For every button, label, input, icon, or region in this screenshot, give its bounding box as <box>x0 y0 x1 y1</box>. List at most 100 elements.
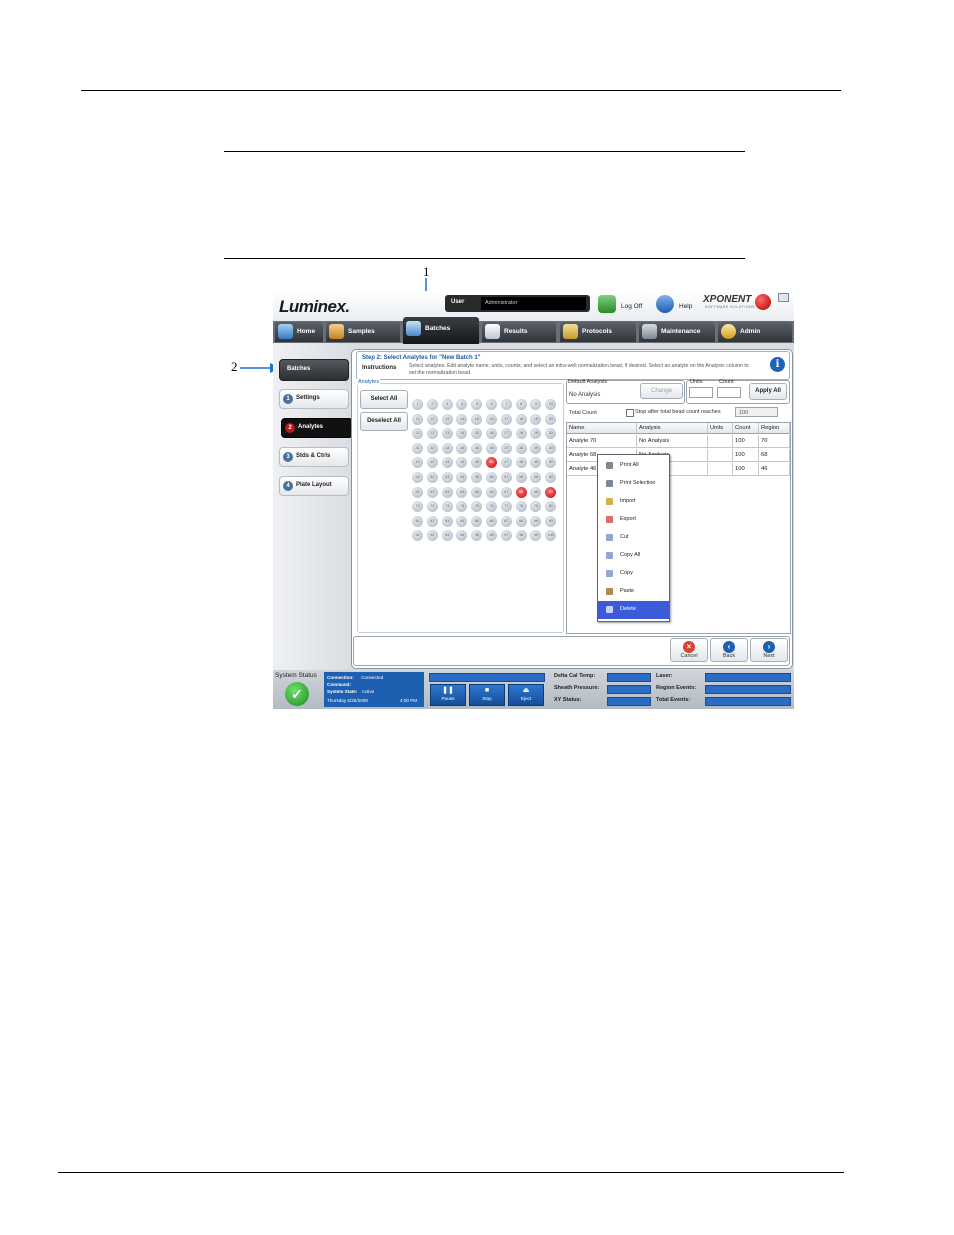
stop-count-input[interactable]: 100 <box>735 407 778 417</box>
analyte-well[interactable]: 67 <box>500 486 512 498</box>
analyte-well[interactable]: 22 <box>426 428 438 440</box>
analyte-well[interactable]: 77 <box>500 501 512 513</box>
change-button[interactable]: Change <box>640 383 683 399</box>
analyte-well[interactable]: 36 <box>486 442 497 454</box>
analyte-well[interactable]: 57 <box>500 472 512 483</box>
tab-samples[interactable]: Samples <box>326 322 400 342</box>
analyte-well[interactable]: 35 <box>471 442 483 454</box>
analyte-well[interactable]: 90 <box>545 515 557 527</box>
analyte-well[interactable]: 93 <box>441 530 453 542</box>
analyte-well[interactable]: 18 <box>515 413 527 425</box>
analyte-well[interactable]: 68 <box>515 486 527 498</box>
table-cell-count[interactable]: 100 <box>733 463 759 476</box>
next-button[interactable]: › Next <box>750 638 788 662</box>
analyte-well[interactable]: 62 <box>426 486 438 498</box>
analyte-well[interactable]: 87 <box>500 515 512 527</box>
analyte-well[interactable]: 28 <box>515 428 527 440</box>
analyte-well[interactable]: 52 <box>426 472 438 483</box>
analyte-well[interactable]: 15 <box>471 413 483 425</box>
analyte-well[interactable]: 81 <box>412 515 423 527</box>
analyte-well[interactable]: 16 <box>486 413 497 425</box>
help-label[interactable]: Help <box>679 303 692 310</box>
table-cell-units[interactable] <box>708 463 733 476</box>
analyte-well[interactable]: 8 <box>515 399 527 410</box>
analyte-well[interactable]: 33 <box>441 442 453 454</box>
analyte-well[interactable]: 56 <box>486 472 497 483</box>
analyte-well[interactable]: 72 <box>426 501 438 513</box>
analyte-well[interactable]: 85 <box>471 515 483 527</box>
analyte-well[interactable]: 98 <box>515 530 527 542</box>
menu-item-export[interactable]: Export <box>598 511 669 528</box>
analyte-well[interactable]: 51 <box>412 472 423 483</box>
stop-button[interactable]: ■ Stop <box>469 684 505 706</box>
table-cell-count[interactable]: 100 <box>733 449 759 462</box>
select-all-button[interactable]: Select All <box>360 390 408 409</box>
analyte-well[interactable]: 86 <box>486 515 497 527</box>
analyte-well[interactable]: 32 <box>426 442 438 454</box>
analyte-well[interactable]: 82 <box>426 515 438 527</box>
tab-batches[interactable]: Batches <box>403 317 479 344</box>
table-cell-analysis[interactable]: No Analysis <box>637 435 708 448</box>
menu-item-print-all[interactable]: Print All <box>598 457 669 474</box>
count-input[interactable] <box>717 387 741 398</box>
menu-item-import[interactable]: Import <box>598 493 669 510</box>
analyte-well[interactable]: 23 <box>441 428 453 440</box>
analyte-well[interactable]: 78 <box>515 501 527 513</box>
sidebar-item-stds-ctrls[interactable]: 3 Stds & Ctrls <box>279 447 349 467</box>
analyte-well[interactable]: 31 <box>412 442 423 454</box>
analyte-well[interactable]: 14 <box>456 413 468 425</box>
analyte-well[interactable]: 20 <box>545 413 557 425</box>
analyte-well[interactable]: 58 <box>515 472 527 483</box>
analyte-well[interactable]: 2 <box>426 399 438 410</box>
tab-admin[interactable]: Admin <box>718 322 792 342</box>
sidebar-item-plate-layout[interactable]: 4 Plate Layout <box>279 476 349 496</box>
table-cell-units[interactable] <box>708 435 733 448</box>
analyte-well[interactable]: 19 <box>530 413 542 425</box>
analyte-well[interactable]: 43 <box>441 457 453 469</box>
table-cell-name[interactable]: Analyte 70 <box>567 435 637 448</box>
stop-checkbox[interactable] <box>626 409 634 417</box>
sidebar-item-batches[interactable]: Batches <box>279 359 349 381</box>
menu-item-copy-all[interactable]: Copy All <box>598 547 669 564</box>
analyte-well[interactable]: 66 <box>486 486 497 498</box>
analyte-well[interactable]: 1 <box>412 399 423 410</box>
units-input[interactable] <box>689 387 713 398</box>
menu-item-cut[interactable]: Cut <box>598 529 669 546</box>
analyte-well[interactable]: 37 <box>500 442 512 454</box>
cancel-button[interactable]: × Cancel <box>670 638 708 662</box>
logoff-icon[interactable] <box>598 295 616 313</box>
analyte-well[interactable]: 70 <box>545 486 557 498</box>
apply-all-button[interactable]: Apply All <box>749 383 787 400</box>
tab-home[interactable]: Home <box>275 322 323 342</box>
analyte-well[interactable]: 3 <box>441 399 453 410</box>
tab-maintenance[interactable]: Maintenance <box>639 322 715 342</box>
table-cell-units[interactable] <box>708 449 733 462</box>
table-cell-count[interactable]: 100 <box>733 435 759 448</box>
analyte-well[interactable]: 65 <box>471 486 483 498</box>
menu-item-print-selection[interactable]: Print Selection <box>598 475 669 492</box>
analyte-well[interactable]: 53 <box>441 472 453 483</box>
analyte-well[interactable]: 40 <box>545 442 557 454</box>
menu-item-delete[interactable]: Delete <box>598 601 669 619</box>
analyte-well[interactable]: 27 <box>500 428 512 440</box>
analyte-well[interactable]: 83 <box>441 515 453 527</box>
window-menu-icon[interactable] <box>778 293 789 302</box>
analyte-well[interactable]: 61 <box>412 486 423 498</box>
analyte-well[interactable]: 69 <box>530 486 542 498</box>
deselect-all-button[interactable]: Deselect All <box>360 412 408 431</box>
analyte-well[interactable]: 7 <box>500 399 512 410</box>
help-icon[interactable] <box>656 295 674 313</box>
info-icon[interactable]: i <box>770 357 785 372</box>
tab-results[interactable]: Results <box>482 322 556 342</box>
analyte-well[interactable]: 11 <box>412 413 423 425</box>
analyte-well[interactable]: 73 <box>441 501 453 513</box>
analyte-well[interactable]: 88 <box>515 515 527 527</box>
eject-button[interactable]: ⏏ Eject <box>508 684 544 706</box>
tab-protocols[interactable]: Protocols <box>560 322 636 342</box>
menu-item-paste[interactable]: Paste <box>598 583 669 600</box>
menu-item-copy[interactable]: Copy <box>598 565 669 582</box>
sidebar-item-analytes[interactable]: 2 Analytes <box>281 418 353 438</box>
analyte-well[interactable]: 17 <box>500 413 512 425</box>
sidebar-item-settings[interactable]: 1 Settings <box>279 389 349 409</box>
analyte-well[interactable]: 13 <box>441 413 453 425</box>
